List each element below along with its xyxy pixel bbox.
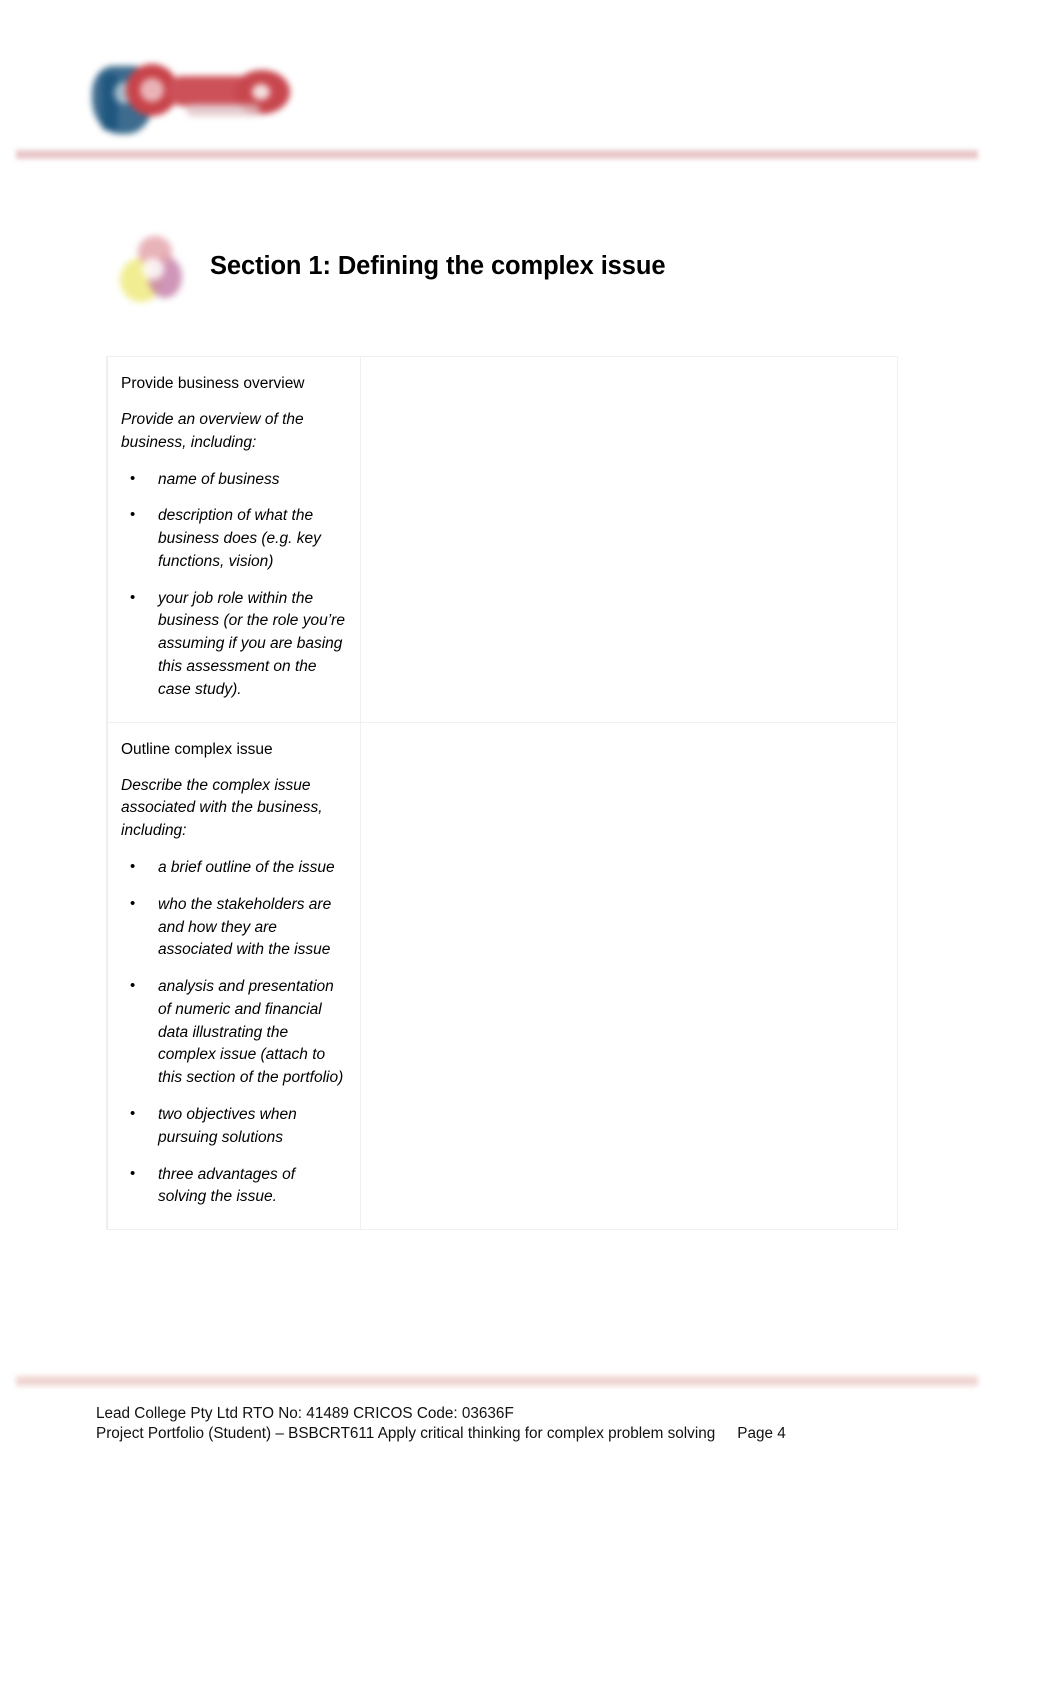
table-cell-prompt: Provide business overview Provide an ove… xyxy=(106,356,361,723)
footer-divider-rule xyxy=(16,1376,978,1386)
answer-input-area[interactable] xyxy=(375,739,883,1209)
logo-underline-swoosh xyxy=(186,104,260,116)
table-row: Provide business overview Provide an ove… xyxy=(106,356,898,723)
footer-page-number: Page 4 xyxy=(737,1425,786,1443)
organisation-logo xyxy=(88,48,300,140)
prompt-lead: Provide an overview of the business, inc… xyxy=(121,411,304,451)
prompt-bullet-item: two objectives when pursuing solutions xyxy=(121,1103,346,1150)
prompt-title: Outline complex issue xyxy=(121,740,273,758)
prompt-bullet-list: name of business description of what the… xyxy=(121,468,346,702)
page-title: Section 1: Defining the complex issue xyxy=(210,252,666,280)
section-heading: Section 1: Defining the complex issue xyxy=(110,232,910,312)
logo-letter-c-hole xyxy=(252,84,270,100)
page-footer: Lead College Pty Ltd RTO No: 41489 CRICO… xyxy=(96,1404,996,1445)
logo-wordmark xyxy=(126,62,294,118)
logo-letter-a-hole xyxy=(140,78,164,102)
footer-line-rto: Lead College Pty Ltd RTO No: 41489 CRICO… xyxy=(96,1405,514,1422)
table-cell-answer[interactable] xyxy=(360,356,898,723)
answer-input-area[interactable] xyxy=(375,373,883,693)
prompt-bullet-item: description of what the business does (e… xyxy=(121,504,346,573)
prompt-bullet-list: a brief outline of the issue who the sta… xyxy=(121,856,346,1210)
prompt-bullet-item: who the stakeholders are and how they ar… xyxy=(121,893,346,962)
footer-unit-text: Project Portfolio (Student) – BSBCRT611 … xyxy=(96,1425,716,1443)
footer-line-unit: Project Portfolio (Student) – BSBCRT611 … xyxy=(96,1424,996,1444)
prompt-bullet-item: three advantages of solving the issue. xyxy=(121,1163,346,1210)
prompt-bullet-item: a brief outline of the issue xyxy=(121,856,346,880)
logo-bar-shape xyxy=(102,74,118,130)
prompt-bullet-item: your job role within the business (or th… xyxy=(121,587,346,702)
blob-white-center-icon xyxy=(142,258,164,280)
colored-blobs-icon xyxy=(114,236,196,308)
prompt-bullet-item: name of business xyxy=(121,468,346,492)
table-cell-answer[interactable] xyxy=(360,721,898,1231)
prompt-lead: Describe the complex issue associated wi… xyxy=(121,776,323,840)
table-row: Outline complex issue Describe the compl… xyxy=(106,721,898,1231)
section-form-table: Provide business overview Provide an ove… xyxy=(106,356,898,1231)
table-cell-prompt: Outline complex issue Describe the compl… xyxy=(106,721,361,1231)
prompt-title: Provide business overview xyxy=(121,375,305,392)
prompt-bullet-item: analysis and presentation of numeric and… xyxy=(121,975,346,1090)
page-header xyxy=(0,0,1062,175)
header-divider-rule xyxy=(16,150,978,159)
